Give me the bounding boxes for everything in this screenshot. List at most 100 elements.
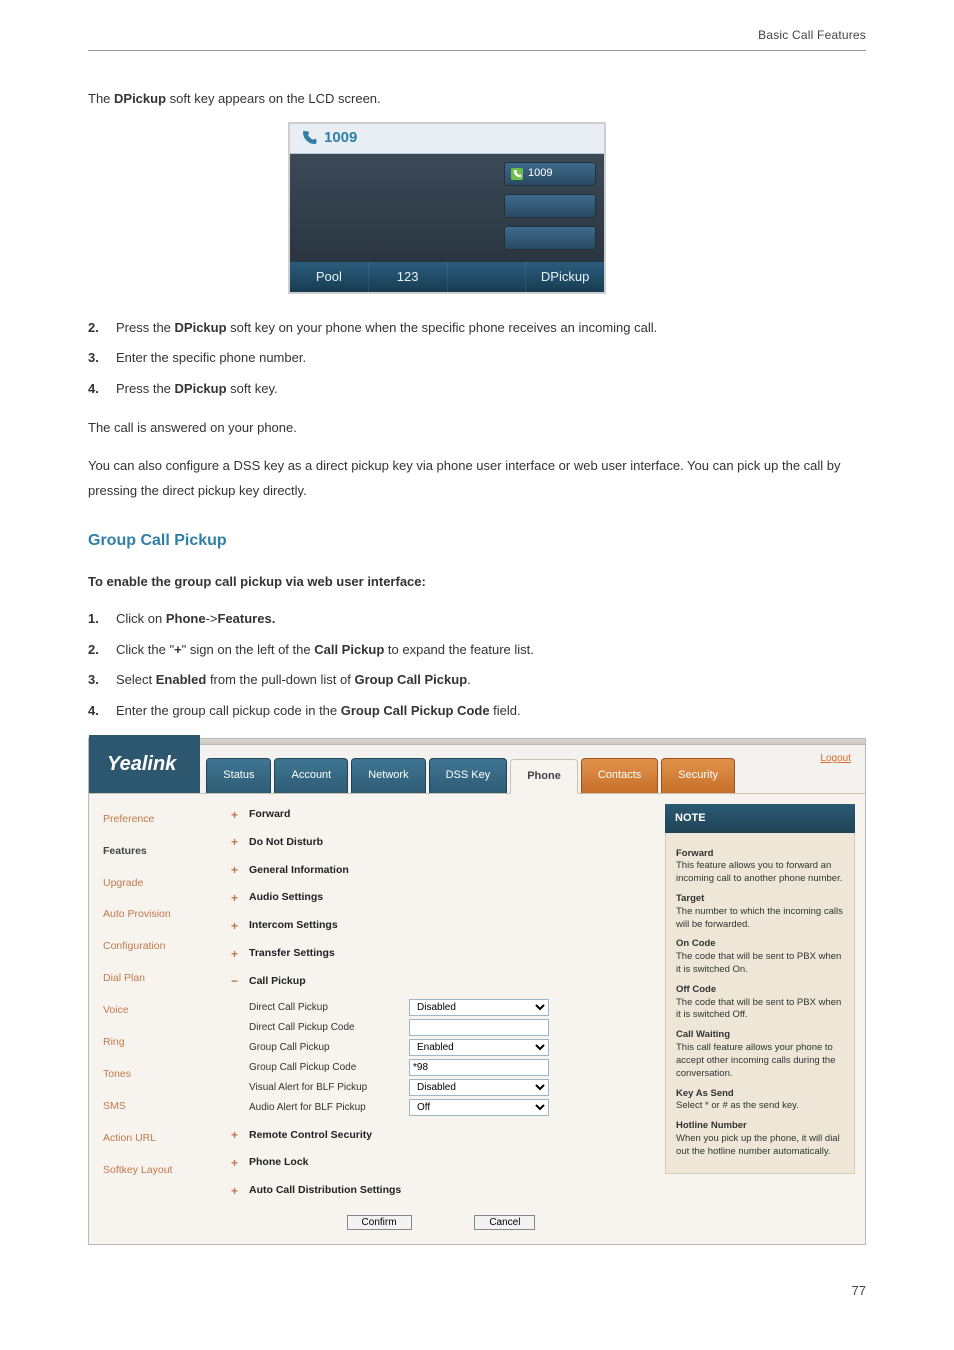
acc-forward[interactable]: +Forward	[231, 804, 651, 827]
sidebar-item-features[interactable]: Features	[99, 836, 217, 868]
group-call-pickup-select[interactable]: Enabled	[409, 1039, 549, 1056]
minus-icon: −	[231, 970, 243, 993]
row-label: Group Call Pickup Code	[249, 1058, 409, 1077]
steps-a: 2. Press the DPickup soft key on your ph…	[88, 316, 866, 402]
plus-icon: +	[231, 804, 243, 827]
acc-transfer[interactable]: +Transfer Settings	[231, 943, 651, 966]
plus-icon: +	[231, 1152, 243, 1175]
step-text: Click on Phone->Features.	[116, 607, 866, 632]
plus-icon: +	[231, 1180, 243, 1203]
step-num: 3.	[88, 668, 116, 693]
handset-icon	[300, 129, 318, 147]
confirm-button[interactable]: Confirm	[347, 1215, 412, 1230]
acc-intercom[interactable]: +Intercom Settings	[231, 915, 651, 938]
tab-account[interactable]: Account	[274, 758, 348, 793]
lcd-softkeys: Pool 123 DPickup	[290, 262, 604, 292]
tab-network[interactable]: Network	[351, 758, 425, 793]
softkey-4: DPickup	[526, 262, 604, 292]
softkey-1: Pool	[290, 262, 369, 292]
row-label: Direct Call Pickup Code	[249, 1018, 409, 1037]
sidebar-item-configuration[interactable]: Configuration	[99, 931, 217, 963]
step-text: Press the DPickup soft key on your phone…	[116, 316, 866, 341]
sidebar-item-sms[interactable]: SMS	[99, 1091, 217, 1123]
sidebar-item-softkeylayout[interactable]: Softkey Layout	[99, 1155, 217, 1187]
sidebar-item-tones[interactable]: Tones	[99, 1059, 217, 1091]
acc-dnd[interactable]: +Do Not Disturb	[231, 831, 651, 854]
lcd-line-slot-2	[504, 194, 596, 218]
acc-general[interactable]: +General Information	[231, 859, 651, 882]
paragraph-dss: You can also configure a DSS key as a di…	[88, 454, 866, 503]
note-item-title: Call Waiting	[676, 1029, 844, 1042]
intro-line: The DPickup soft key appears on the LCD …	[88, 87, 866, 112]
note-item-title: Target	[676, 893, 844, 906]
acc-audio[interactable]: +Audio Settings	[231, 887, 651, 910]
sidebar-item-preference[interactable]: Preference	[99, 804, 217, 836]
row-label: Group Call Pickup	[249, 1038, 409, 1057]
step-num: 4.	[88, 699, 116, 724]
logout-link[interactable]: Logout	[820, 749, 851, 768]
step-text: Select Enabled from the pull-down list o…	[116, 668, 866, 693]
note-item-desc: This feature allows you to forward an in…	[676, 860, 844, 886]
step-text: Enter the specific phone number.	[116, 346, 866, 371]
lcd-line-slot-1: 1009	[504, 162, 596, 186]
note-item-desc: The code that will be sent to PBX when i…	[676, 997, 844, 1023]
group-call-pickup-code-input[interactable]	[409, 1059, 549, 1076]
sidebar-item-dialplan[interactable]: Dial Plan	[99, 963, 217, 995]
intro-pre: The	[88, 91, 114, 106]
acc-acd[interactable]: +Auto Call Distribution Settings	[231, 1180, 651, 1203]
tab-status[interactable]: Status	[206, 758, 271, 793]
plus-icon: +	[231, 943, 243, 966]
tab-contacts[interactable]: Contacts	[581, 758, 658, 793]
note-item-desc: The number to which the incoming calls w…	[676, 906, 844, 932]
sidebar-item-autoprovision[interactable]: Auto Provision	[99, 899, 217, 931]
plus-icon: +	[231, 915, 243, 938]
plus-icon: +	[231, 831, 243, 854]
top-tabs: Status Account Network DSS Key Phone Con…	[206, 758, 735, 793]
brand-logo: Yealink	[89, 735, 200, 793]
note-item-title: Hotline Number	[676, 1120, 844, 1133]
audio-alert-blf-select[interactable]: Off	[409, 1099, 549, 1116]
sidebar-item-ring[interactable]: Ring	[99, 1027, 217, 1059]
acc-remote[interactable]: +Remote Control Security	[231, 1124, 651, 1147]
note-panel: NOTE ForwardThis feature allows you to f…	[665, 804, 855, 1232]
cancel-button[interactable]: Cancel	[474, 1215, 535, 1230]
sidebar-item-upgrade[interactable]: Upgrade	[99, 868, 217, 900]
note-item-title: On Code	[676, 938, 844, 951]
step-num: 1.	[88, 607, 116, 632]
lcd-slot1-label: 1009	[528, 163, 552, 184]
after-step4: The call is answered on your phone.	[88, 416, 866, 441]
group-lead: To enable the group call pickup via web …	[88, 570, 866, 595]
header-section: Basic Call Features	[88, 28, 866, 42]
header-rule	[88, 50, 866, 51]
note-item-desc: The code that will be sent to PBX when i…	[676, 951, 844, 977]
steps-b: 1. Click on Phone->Features. 2. Click th…	[88, 607, 866, 724]
sidebar-item-voice[interactable]: Voice	[99, 995, 217, 1027]
step-text: Click the "+" sign on the left of the Ca…	[116, 638, 866, 663]
phone-badge-icon	[511, 168, 523, 180]
row-label: Direct Call Pickup	[249, 998, 409, 1017]
step-num: 3.	[88, 346, 116, 371]
tab-phone[interactable]: Phone	[510, 759, 578, 794]
acc-callpickup[interactable]: −Call Pickup	[231, 970, 651, 993]
step-num: 2.	[88, 316, 116, 341]
softkey-2: 123	[369, 262, 448, 292]
callpickup-body: Direct Call PickupDisabled Direct Call P…	[231, 993, 651, 1119]
sidebar-item-actionurl[interactable]: Action URL	[99, 1123, 217, 1155]
lcd-screenshot: 1009 1009 Pool 123 DPickup	[288, 122, 606, 294]
group-title: Group Call Pickup	[88, 526, 866, 556]
tab-dsskey[interactable]: DSS Key	[429, 758, 508, 793]
row-label: Visual Alert for BLF Pickup	[249, 1078, 409, 1097]
plus-icon: +	[231, 859, 243, 882]
direct-call-pickup-select[interactable]: Disabled	[409, 999, 549, 1016]
lcd-titlebar: 1009	[290, 124, 604, 154]
note-title: NOTE	[665, 804, 855, 833]
page-number: 77	[88, 1279, 866, 1304]
step-num: 4.	[88, 377, 116, 402]
step-num: 2.	[88, 638, 116, 663]
direct-call-pickup-code-input[interactable]	[409, 1019, 549, 1036]
tab-security[interactable]: Security	[661, 758, 735, 793]
acc-phonelock[interactable]: +Phone Lock	[231, 1152, 651, 1175]
visual-alert-blf-select[interactable]: Disabled	[409, 1079, 549, 1096]
step-text: Enter the group call pickup code in the …	[116, 699, 866, 724]
step-text: Press the DPickup soft key.	[116, 377, 866, 402]
